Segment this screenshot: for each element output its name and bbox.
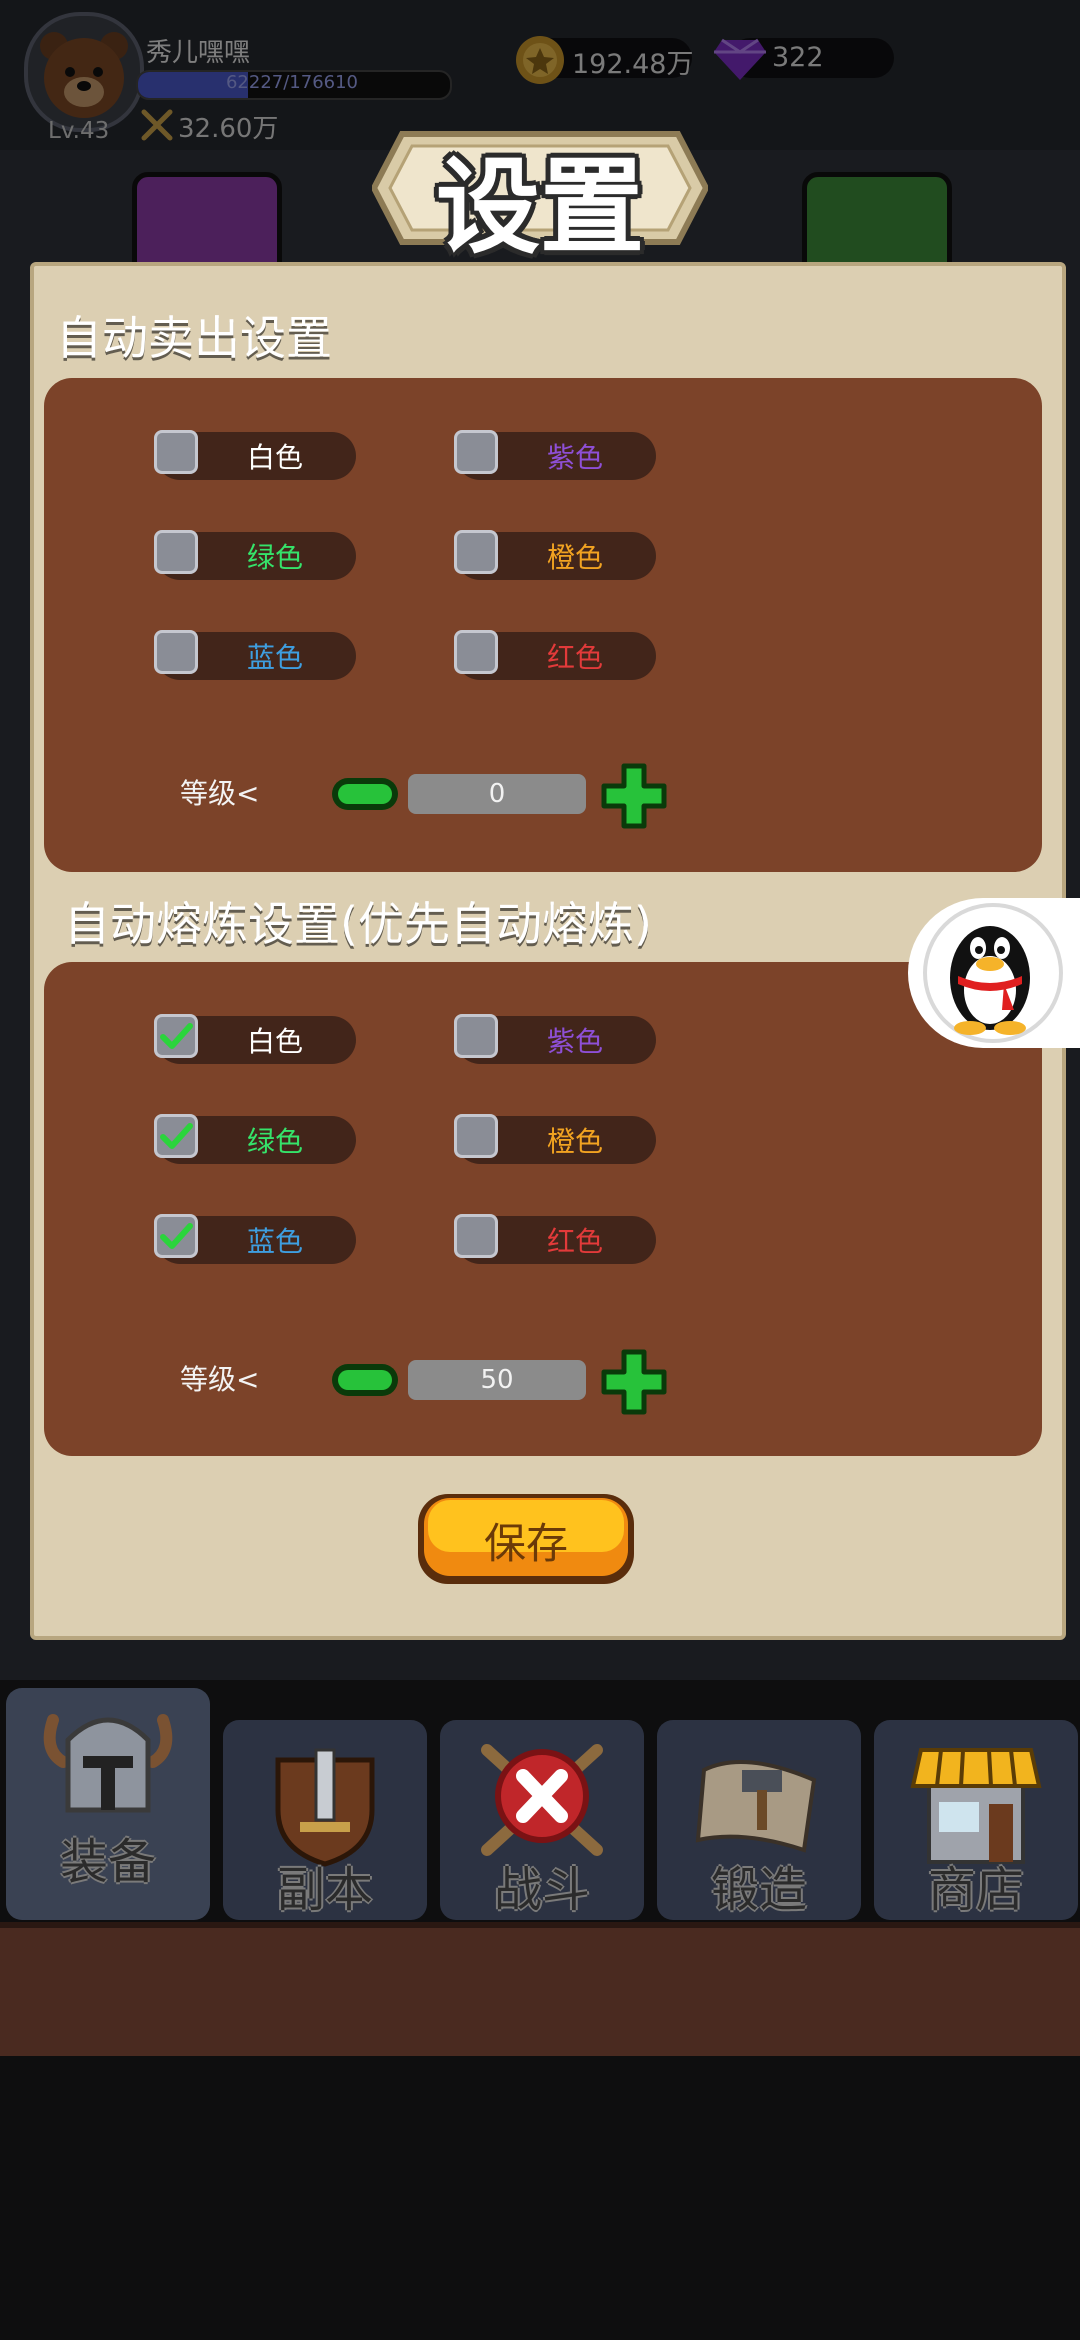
dialog-title: 设置 (435, 146, 644, 268)
sell-section-title: 自动卖出设置 (56, 311, 332, 365)
floating-qq-button[interactable] (908, 898, 1080, 1048)
checkbox[interactable] (454, 430, 498, 474)
checkbox[interactable] (454, 1214, 498, 1258)
checkbox[interactable] (454, 530, 498, 574)
option-label: 红色 (546, 641, 603, 674)
option-label: 白色 (246, 1025, 303, 1058)
option-label: 绿色 (246, 541, 303, 574)
checkmark-icon (160, 1023, 193, 1049)
checkmark-icon (160, 1123, 193, 1149)
checkbox[interactable] (454, 630, 498, 674)
save-button-label: 保存 (483, 1519, 568, 1568)
option-label: 橙色 (546, 1125, 603, 1158)
option-label: 橙色 (546, 541, 603, 574)
option-label: 蓝色 (246, 641, 303, 674)
checkbox[interactable] (154, 1214, 198, 1258)
checkbox[interactable] (454, 1114, 498, 1158)
checkbox[interactable] (154, 430, 198, 474)
checkbox[interactable] (154, 630, 198, 674)
sell-level-plus-button[interactable] (600, 762, 668, 834)
bottom-wood-bar (0, 1922, 1080, 2056)
nav-tab-label: 副本 (276, 1862, 373, 1918)
checkbox[interactable] (454, 1014, 498, 1058)
sell-level-input[interactable]: 0 (408, 774, 586, 814)
option-label: 红色 (546, 1225, 603, 1258)
nav-tab-label: 商店 (927, 1862, 1024, 1918)
sell-level-label: 等级< (180, 777, 260, 810)
nav-tab-label: 战斗 (493, 1862, 590, 1918)
checkmark-icon (160, 1223, 193, 1249)
nav-tab-label: 装备 (59, 1834, 156, 1890)
smelt-level-label: 等级< (180, 1363, 260, 1396)
option-label: 紫色 (546, 1025, 603, 1058)
smelt-level-minus-button[interactable] (330, 1360, 400, 1404)
smelt-level-plus-button[interactable] (600, 1348, 668, 1420)
smelt-level-input[interactable]: 50 (408, 1360, 586, 1400)
option-label: 白色 (246, 441, 303, 474)
smelt-section-title: 自动熔炼设置(优先自动熔炼) (64, 897, 652, 951)
checkbox[interactable] (154, 530, 198, 574)
checkbox[interactable] (154, 1114, 198, 1158)
checkbox[interactable] (154, 1014, 198, 1058)
nav-tab-label: 锻造 (710, 1862, 807, 1918)
option-label: 绿色 (246, 1125, 303, 1158)
option-label: 蓝色 (246, 1225, 303, 1258)
qq-penguin-icon (923, 903, 1063, 1043)
sell-level-minus-button[interactable] (330, 774, 400, 818)
option-label: 紫色 (546, 441, 603, 474)
